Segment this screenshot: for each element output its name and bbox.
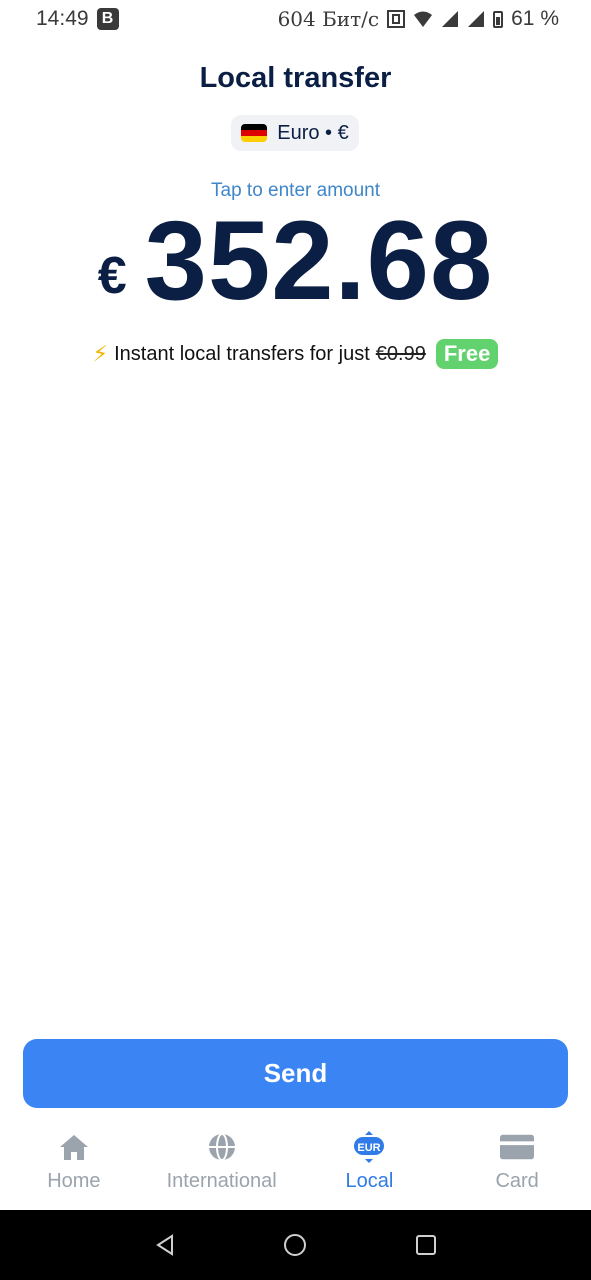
signal-icon-sim2 [468,11,485,27]
free-badge: Free [435,339,499,369]
amount-input[interactable]: € 352.68 [0,198,591,323]
nav-label-local: Local [345,1170,394,1192]
nav-item-card[interactable]: Card [447,1130,587,1193]
back-icon[interactable] [145,1225,185,1265]
nav-item-local[interactable]: EUR Local [299,1130,439,1193]
currency-selector[interactable]: Euro • € [231,115,359,151]
status-bar: 14:49 B 604 Бит/с 61 % [0,0,591,38]
currency-label: Euro • € [277,121,349,144]
wifi-icon [414,11,433,27]
network-speed: 604 Бит/с [277,7,380,31]
old-price: €0.99 [375,342,426,365]
nav-label-international: International [166,1170,277,1192]
page-title: Local transfer [199,62,392,94]
germany-flag-icon [241,124,268,142]
eur-transfer-icon: EUR [352,1130,386,1164]
eur-icon-text: EUR [358,1142,381,1154]
home-icon [57,1130,91,1164]
amount-value: 352.68 [144,197,494,323]
nfc-icon [387,10,406,28]
promo-text: Instant local transfers for just [114,342,370,365]
status-bar-right: 604 Бит/с 61 % [278,7,559,31]
nav-label-home: Home [47,1170,101,1192]
signal-icon-sim1 [442,11,459,27]
notification-badge-icon: B [96,8,119,30]
nav-label-card: Card [495,1170,539,1192]
send-button[interactable]: Send [23,1039,568,1108]
card-icon [500,1130,535,1164]
bottom-nav: Home International EUR Local Card [0,1130,591,1210]
amount-currency-symbol: € [97,247,127,305]
recents-icon[interactable] [406,1225,446,1265]
home-circle-icon[interactable] [275,1225,315,1265]
battery-icon [493,10,504,28]
status-bar-left: 14:49 B [36,7,119,31]
nav-item-home[interactable]: Home [4,1130,144,1193]
system-nav-bar [0,1210,591,1280]
status-time: 14:49 [36,7,89,30]
promo-banner: ⚡ Instant local transfers for just €0.99… [0,336,591,372]
battery-level: 61 % [511,7,559,30]
nav-item-international[interactable]: International [152,1130,292,1193]
lightning-icon: ⚡ [92,341,109,366]
globe-icon [205,1130,239,1164]
